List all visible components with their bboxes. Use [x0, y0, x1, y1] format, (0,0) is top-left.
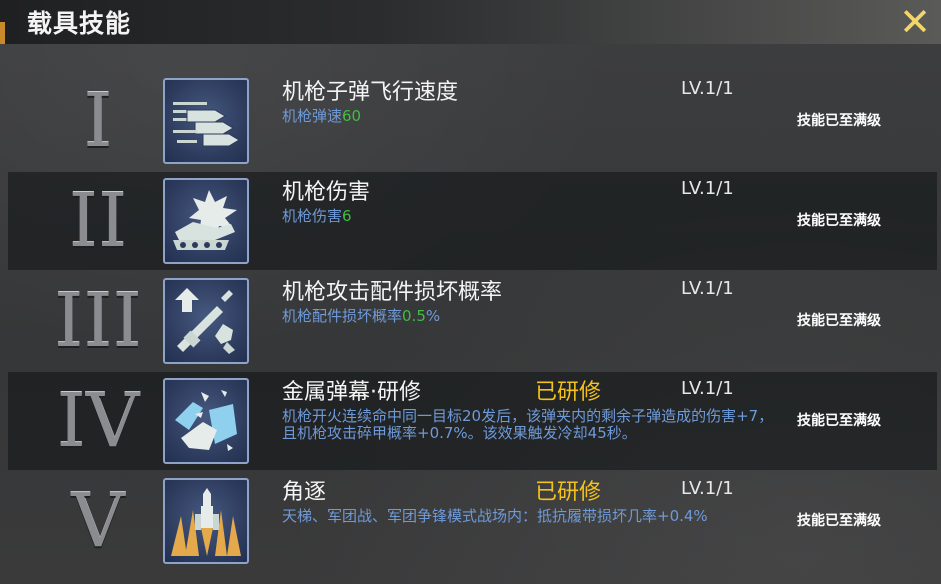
desc-suffix: %: [425, 307, 441, 325]
skill-name: 金属弹幕·研修: [282, 380, 421, 405]
skill-row-1: I 机枪子弹飞行速度 LV.1/1 机枪弹速60 技能已至满级: [8, 72, 937, 170]
desc-value: 0.5: [402, 307, 426, 325]
horn-formation-icon[interactable]: [163, 478, 249, 564]
desc-text: 机枪配件损坏概率: [282, 307, 403, 325]
max-level-status: 技能已至满级: [797, 213, 881, 229]
tank-damage-icon[interactable]: [163, 178, 249, 264]
skill-description: 机枪伤害6: [282, 208, 782, 225]
skill-name: 角逐: [282, 480, 327, 505]
skill-level: LV.1/1: [681, 378, 734, 399]
close-button[interactable]: ✕: [895, 2, 935, 42]
desc-text: 机枪伤害: [282, 207, 343, 225]
desc-text: 机枪弹速: [282, 107, 343, 125]
desc-text: 机枪开火连续命中同一目标20发后，该弹夹内的剩余子弹造成的伤害+7，且机枪攻击碎…: [282, 407, 774, 442]
skill-row-2: II 机枪伤害 LV.1/1 机枪伤害6 技能已至满级: [8, 172, 937, 270]
skill-name: 机枪攻击配件损坏概率: [282, 280, 503, 305]
skill-level: LV.1/1: [681, 178, 734, 199]
max-level-status: 技能已至满级: [797, 513, 881, 529]
skill-numeral: IV: [56, 378, 140, 464]
skill-numeral: I: [83, 78, 113, 164]
skill-numeral: II: [68, 178, 128, 264]
skill-row-4: IV 金属弹幕·研修 已研修 LV.1/1 机枪开火连续命中同一目标20发后，该…: [8, 372, 937, 470]
skill-level: LV.1/1: [681, 78, 734, 99]
skill-row-5: V 角逐 已研修 LV.1/1 天梯、军团战、军团争锋模式战场内：抵抗履带损坏几…: [8, 472, 937, 570]
max-level-status: 技能已至满级: [797, 313, 881, 329]
page-title: 载具技能: [27, 9, 132, 38]
skill-row-3: III 机枪攻击配件损坏概率 LV.1/1 机枪配件损坏概率0.5% 技能已至满…: [8, 272, 937, 370]
skill-description: 机枪配件损坏概率0.5%: [282, 308, 782, 325]
researched-label: 已研修: [535, 380, 602, 405]
skill-name: 机枪伤害: [282, 180, 371, 205]
metal-barrage-icon[interactable]: [163, 378, 249, 464]
machine-gun-upgrade-icon[interactable]: [163, 278, 249, 364]
max-level-status: 技能已至满级: [797, 113, 881, 129]
header-bar: 载具技能 ✕: [0, 0, 941, 44]
skill-name: 机枪子弹飞行速度: [282, 80, 459, 105]
desc-value: 60: [342, 107, 362, 125]
skill-description: 机枪弹速60: [282, 108, 782, 125]
skill-description: 机枪开火连续命中同一目标20发后，该弹夹内的剩余子弹造成的伤害+7，且机枪攻击碎…: [282, 408, 782, 442]
researched-label: 已研修: [535, 480, 602, 505]
skill-level: LV.1/1: [681, 278, 734, 299]
skill-level: LV.1/1: [681, 478, 734, 499]
desc-value: 6: [342, 207, 352, 225]
desc-text: 天梯、军团战、军团争锋模式战场内：抵抗履带损坏几率+0.4%: [282, 507, 708, 525]
bullet-speed-icon[interactable]: [163, 78, 249, 164]
skill-numeral: III: [54, 278, 142, 364]
skill-numeral: V: [71, 478, 125, 564]
header-accent: [0, 22, 5, 44]
max-level-status: 技能已至满级: [797, 413, 881, 429]
skill-description: 天梯、军团战、军团争锋模式战场内：抵抗履带损坏几率+0.4%: [282, 508, 782, 525]
